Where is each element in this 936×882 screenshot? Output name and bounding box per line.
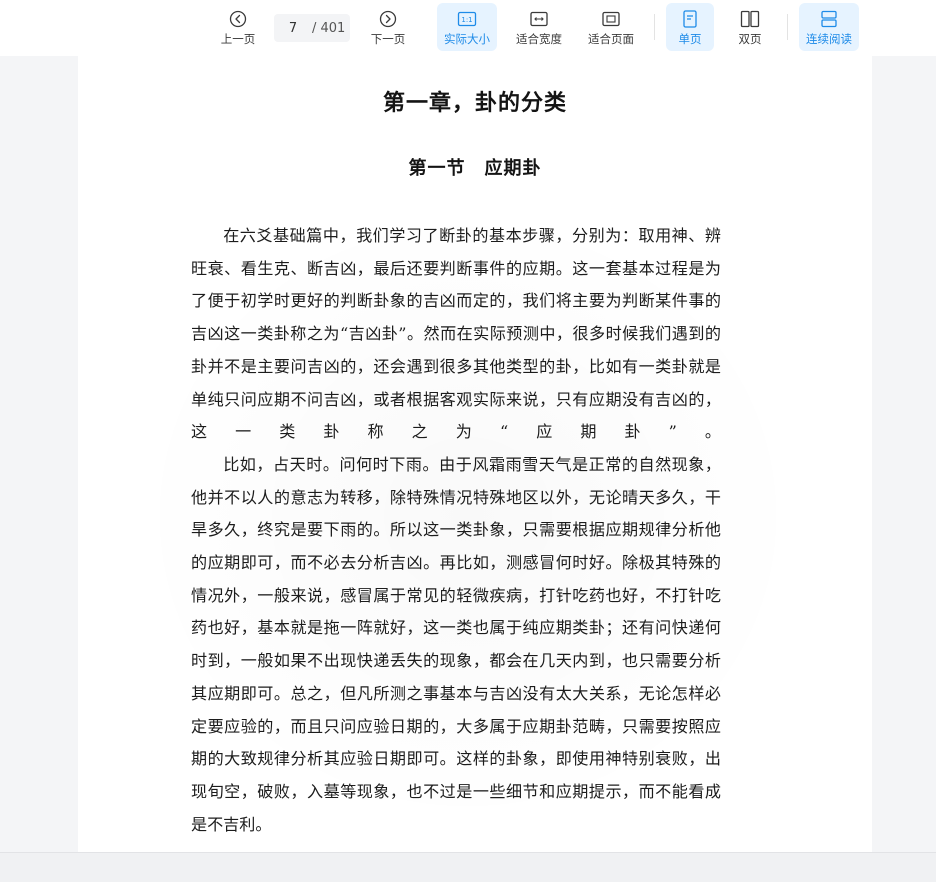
- fit-width-icon: [528, 8, 550, 30]
- double-page-label: 双页: [738, 31, 762, 46]
- actual-size-button[interactable]: 1:1 实际大小: [437, 3, 497, 51]
- single-page-label: 单页: [678, 31, 702, 46]
- fit-width-label: 适合宽度: [516, 31, 562, 46]
- chevron-right-circle-icon: [377, 8, 399, 30]
- paragraph: 在六爻基础篇中，我们学习了断卦的基本步骤，分别为：取用神、辨旺衰、看生克、断吉凶…: [191, 226, 722, 442]
- next-page-button[interactable]: 下一页: [364, 3, 412, 51]
- fit-page-label: 适合页面: [588, 31, 634, 46]
- next-page-label: 下一页: [370, 31, 406, 46]
- body-text: 在六爻基础篇中，我们学习了断卦的基本步骤，分别为：取用神、辨旺衰、看生克、断吉凶…: [191, 220, 721, 841]
- continuous-reading-button[interactable]: 连续阅读: [799, 3, 859, 51]
- prev-page-label: 上一页: [220, 31, 256, 46]
- total-pages: / 401: [312, 20, 346, 36]
- continuous-reading-label: 连续阅读: [806, 31, 852, 46]
- section-title: 第一节 应期卦: [408, 158, 542, 179]
- single-page-button[interactable]: 单页: [666, 3, 714, 51]
- current-page-input[interactable]: 7: [274, 21, 312, 36]
- fit-page-icon: [600, 8, 622, 30]
- bottom-status-bar: [0, 852, 936, 882]
- paragraph: 比如，占天时。问何时下雨。由于风霜雨雪天气是正常的自然现象，他并不以人的意志为转…: [191, 454, 722, 834]
- svg-text:1:1: 1:1: [461, 16, 472, 24]
- single-page-icon: [679, 8, 701, 30]
- actual-size-icon: 1:1: [456, 8, 478, 30]
- document-viewport[interactable]: 第一章，卦的分类 第一节 应期卦 在六爻基础篇中，我们学习了断卦的基本步骤，分别…: [0, 56, 936, 852]
- toolbar-divider: [787, 14, 788, 40]
- chapter-title: 第一章，卦的分类: [382, 90, 567, 116]
- page-indicator: 7 / 401: [274, 14, 350, 42]
- chevron-left-circle-icon: [227, 8, 249, 30]
- double-page-icon: [739, 8, 761, 30]
- double-page-button[interactable]: 双页: [726, 3, 774, 51]
- reader-toolbar: 上一页 7 / 401 下一页 1:1 实际大小 适合宽度 适合页面 单页 双页…: [0, 0, 936, 56]
- document-page: 第一章，卦的分类 第一节 应期卦 在六爻基础篇中，我们学习了断卦的基本步骤，分别…: [78, 56, 872, 852]
- actual-size-label: 实际大小: [444, 31, 490, 46]
- fit-page-button[interactable]: 适合页面: [581, 3, 641, 51]
- prev-page-button[interactable]: 上一页: [214, 3, 262, 51]
- continuous-scroll-icon: [818, 8, 840, 30]
- toolbar-divider: [654, 14, 655, 40]
- fit-width-button[interactable]: 适合宽度: [509, 3, 569, 51]
